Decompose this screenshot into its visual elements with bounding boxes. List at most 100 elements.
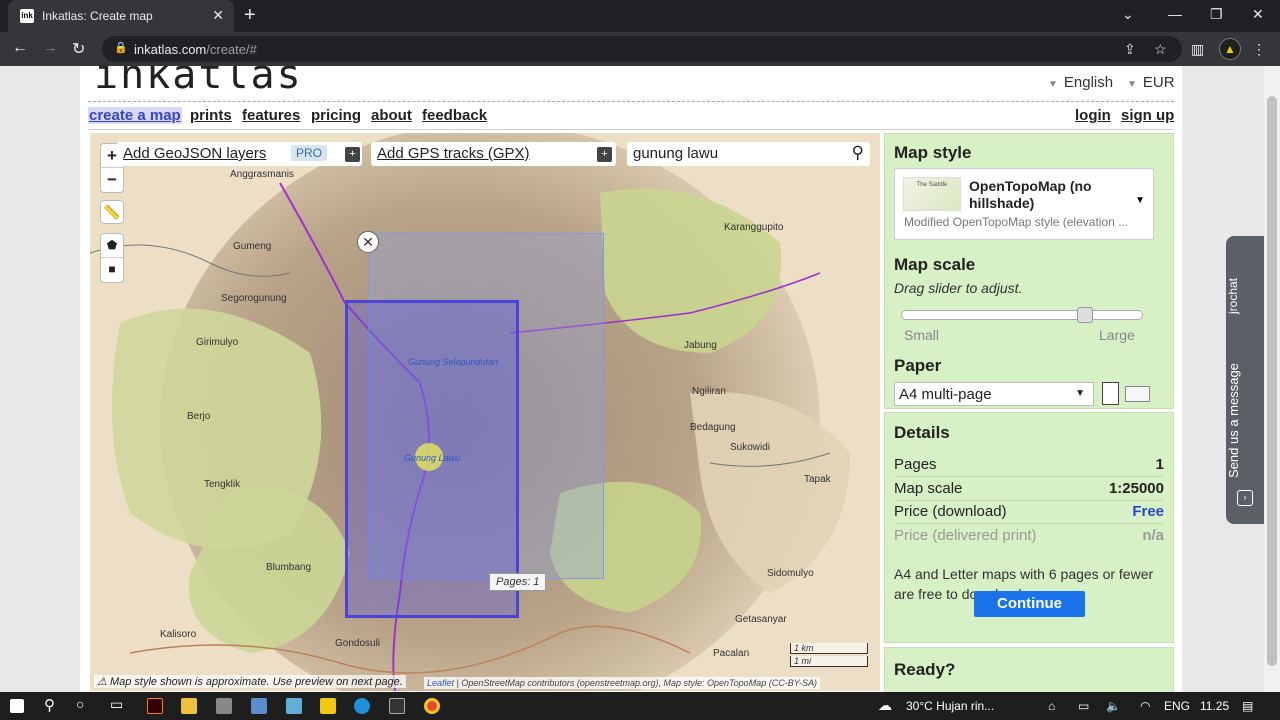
gpx-track-control[interactable]: Add GPS tracks (GPX) + bbox=[371, 142, 616, 166]
scale-large-label: Large bbox=[1099, 327, 1135, 343]
weather-cloud-icon: ☁ bbox=[878, 697, 892, 713]
gpx-label[interactable]: Add GPS tracks (GPX) bbox=[377, 145, 530, 162]
inkatlas-logo[interactable]: inkatlas bbox=[94, 66, 303, 98]
input-language[interactable]: ENG bbox=[1164, 699, 1190, 713]
address-bar[interactable]: 🔒 inkatlas.com/create/# bbox=[102, 36, 1182, 62]
leaflet-link[interactable]: Leaflet bbox=[427, 678, 454, 688]
paper-title: Paper bbox=[894, 356, 942, 375]
scale-mi: 1 mi bbox=[790, 656, 868, 667]
place-label: Karanggupito bbox=[724, 222, 784, 233]
details-scale-row: Map scale 1:25000 bbox=[894, 480, 1164, 497]
reload-icon[interactable]: ↻ bbox=[72, 39, 85, 59]
map-scale-title: Map scale bbox=[894, 255, 976, 274]
place-label: Sukowidi bbox=[730, 442, 771, 453]
landscape-orientation-icon[interactable] bbox=[1125, 386, 1150, 402]
page-scrollbar[interactable] bbox=[1264, 66, 1280, 692]
place-label: Kalisoro bbox=[160, 629, 197, 640]
network-icon[interactable]: ◠ bbox=[1140, 699, 1150, 713]
browser-tab[interactable]: ink Inkatlas: Create map ✕ bbox=[8, 0, 234, 32]
chat-widget-tab[interactable]: jrochat Send us a message › bbox=[1226, 236, 1264, 524]
map-options-panel: Map style The Saddle OpenTopoMap (no hil… bbox=[884, 133, 1174, 409]
illustrator-icon[interactable] bbox=[147, 698, 163, 714]
dropdown-arrow-icon: ▼ bbox=[1075, 388, 1085, 399]
bookmark-star-icon[interactable]: ☆ bbox=[1154, 41, 1167, 58]
volume-icon[interactable]: 🔈 bbox=[1106, 699, 1121, 713]
place-label: Bedagung bbox=[690, 422, 736, 433]
slider-handle[interactable] bbox=[1077, 307, 1093, 323]
task-view-icon[interactable]: ▭ bbox=[110, 696, 123, 713]
cortana-icon[interactable]: ○ bbox=[76, 696, 84, 712]
nav-feedback[interactable]: feedback bbox=[422, 107, 487, 124]
nav-create-map[interactable]: create a map bbox=[88, 107, 182, 124]
edge-icon[interactable] bbox=[354, 698, 370, 714]
tab-close-icon[interactable]: ✕ bbox=[212, 7, 224, 24]
search-icon[interactable]: ⚲ bbox=[852, 143, 864, 163]
scale-km: 1 km bbox=[790, 643, 868, 654]
place-label: Ngiliran bbox=[692, 386, 726, 397]
nav-about[interactable]: about bbox=[371, 107, 412, 124]
sticky-notes-icon[interactable] bbox=[320, 698, 336, 714]
style-warning: ⚠ Map style shown is approximate. Use pr… bbox=[94, 675, 406, 688]
side-panel-icon[interactable]: ▥ bbox=[1191, 41, 1204, 58]
nav-login[interactable]: login bbox=[1075, 107, 1111, 124]
map-style-select[interactable]: The Saddle OpenTopoMap (no hillshade) ▼ … bbox=[894, 168, 1154, 240]
geojson-label[interactable]: Add GeoJSON layers bbox=[123, 145, 266, 162]
pro-badge: PRO bbox=[291, 145, 328, 161]
remove-area-close-icon[interactable]: ✕ bbox=[357, 231, 379, 253]
zoom-out-button[interactable]: − bbox=[101, 168, 123, 192]
map-attribution: Leaflet | OpenStreetMap contributors (op… bbox=[424, 677, 821, 689]
app-icon[interactable] bbox=[216, 698, 232, 714]
map-canvas[interactable]: Anggrasmanis Gumeng Segorogunung Girimul… bbox=[90, 133, 880, 691]
map-search-input[interactable]: gunung lawu ⚲ bbox=[627, 142, 870, 166]
app-icon[interactable] bbox=[286, 698, 302, 714]
nav-features[interactable]: features bbox=[242, 107, 300, 124]
clock[interactable]: 11.25 bbox=[1200, 699, 1229, 713]
draw-rectangle-icon[interactable]: ■ bbox=[101, 258, 123, 282]
minimize-icon[interactable]: — bbox=[1168, 6, 1182, 22]
pages-badge: Pages: 1 bbox=[489, 573, 547, 591]
add-geojson-icon[interactable]: + bbox=[345, 147, 360, 162]
tray-icon[interactable]: ⌂ bbox=[1048, 699, 1055, 713]
back-icon[interactable]: ← bbox=[12, 39, 28, 57]
notifications-icon[interactable]: ▤ bbox=[1242, 699, 1253, 713]
portrait-orientation-icon[interactable] bbox=[1102, 382, 1119, 405]
scrollbar-thumb[interactable] bbox=[1267, 96, 1277, 666]
window-close-icon[interactable]: ✕ bbox=[1252, 6, 1264, 23]
paper-select[interactable]: A4 multi-page ▼ bbox=[894, 382, 1094, 406]
app-icon[interactable] bbox=[251, 698, 267, 714]
currency-select[interactable]: ▼ EUR bbox=[1127, 74, 1175, 91]
battery-icon[interactable]: ▭ bbox=[1078, 699, 1089, 713]
continue-button[interactable]: Continue bbox=[974, 591, 1085, 617]
tab-search-icon[interactable]: ⌄ bbox=[1122, 6, 1134, 23]
geojson-layer-control[interactable]: Add GeoJSON layers PRO + bbox=[117, 142, 362, 166]
forward-icon[interactable]: → bbox=[42, 39, 58, 57]
dropdown-arrow-icon: ▼ bbox=[1127, 79, 1137, 90]
share-icon[interactable]: ⇪ bbox=[1124, 41, 1136, 58]
file-explorer-icon[interactable] bbox=[181, 698, 197, 714]
place-label: Pacalan bbox=[713, 648, 750, 659]
nav-pricing[interactable]: pricing bbox=[311, 107, 361, 124]
nav-signup[interactable]: sign up bbox=[1121, 107, 1174, 124]
chrome-icon[interactable] bbox=[424, 698, 440, 714]
style-thumbnail: The Saddle bbox=[903, 177, 961, 211]
place-label: Tengklik bbox=[204, 479, 241, 490]
chat-brand: jrochat bbox=[1226, 277, 1240, 315]
place-label: Segorogunung bbox=[221, 293, 287, 304]
map-scale-slider[interactable] bbox=[901, 307, 1143, 323]
add-gpx-icon[interactable]: + bbox=[597, 147, 612, 162]
place-label: Jabung bbox=[684, 340, 717, 351]
map-style-title: Map style bbox=[894, 143, 972, 162]
nav-prints[interactable]: prints bbox=[190, 107, 232, 124]
draw-polygon-icon[interactable]: ⬟ bbox=[101, 234, 123, 258]
windows-start-icon[interactable] bbox=[10, 699, 24, 713]
security-shield-icon[interactable] bbox=[389, 698, 405, 714]
new-tab-icon[interactable]: + bbox=[244, 4, 256, 27]
profile-avatar[interactable]: ▲ bbox=[1219, 38, 1241, 60]
weather-text[interactable]: 30°C Hujan rin... bbox=[906, 699, 994, 713]
search-icon[interactable]: ⚲ bbox=[44, 696, 55, 714]
menu-kebab-icon[interactable]: ⋮ bbox=[1252, 41, 1266, 58]
language-select[interactable]: ▼ English bbox=[1048, 74, 1113, 91]
measure-ruler-icon[interactable]: 📏 bbox=[100, 200, 124, 224]
url-text: inkatlas.com/create/# bbox=[134, 42, 257, 57]
maximize-icon[interactable]: ❐ bbox=[1210, 6, 1223, 23]
